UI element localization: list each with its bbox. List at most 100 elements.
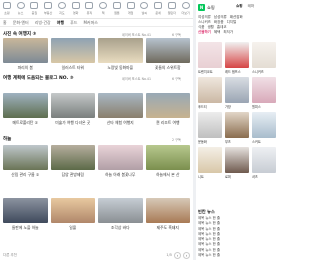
photo-row: 산림 관리 구름 ② 담양 관방제림 하늘 아래 봄꽃나무 하늘에서 본 산: [3, 145, 190, 178]
product-card[interactable]: 가방: [225, 77, 249, 109]
product-image[interactable]: [198, 77, 222, 103]
shopping-categories: 여성의류 남성의류 패션잡화 스니커즈 화장품 디지털 식품 생활 홈데코 선물하기 혜택 최저가: [198, 15, 276, 35]
shopping-title[interactable]: 쇼핑: [207, 5, 215, 11]
tab-item[interactable]: 홍: [3, 20, 7, 26]
photo-thumbnail[interactable]: [145, 145, 190, 170]
news-icon: [16, 2, 25, 9]
product-card[interactable]: 스니커즈: [252, 42, 276, 74]
product-card[interactable]: 트렌치코트: [198, 42, 222, 74]
product-image[interactable]: [225, 42, 249, 68]
product-card[interactable]: 부츠: [225, 112, 249, 144]
category-link[interactable]: 혜택: [214, 30, 220, 35]
service-shortcut[interactable]: 날씨: [138, 0, 152, 19]
photo-card[interactable]: 꽃들의 스위트함: [145, 38, 190, 71]
photo-thumbnail[interactable]: [145, 38, 190, 63]
photo-card[interactable]: 일러스트 타워: [50, 38, 95, 71]
photo-card[interactable]: 산림 관리 구름 ②: [3, 145, 48, 178]
product-card[interactable]: 원피스: [252, 77, 276, 109]
product-card[interactable]: 운동화: [198, 112, 222, 144]
service-shortcut[interactable]: 지도: [55, 0, 69, 19]
photo-thumbnail[interactable]: [3, 93, 48, 118]
product-card[interactable]: 스커트: [252, 112, 276, 144]
photo-thumbnail[interactable]: [98, 38, 143, 63]
service-shortcut[interactable]: 뮤직: [83, 0, 97, 19]
photo-thumbnail[interactable]: [50, 198, 95, 223]
product-card[interactable]: 후드티: [198, 77, 222, 109]
photo-thumbnail[interactable]: [98, 93, 143, 118]
product-image[interactable]: [225, 112, 249, 138]
photo-thumbnail[interactable]: [145, 198, 190, 223]
photo-thumbnail[interactable]: [145, 93, 190, 118]
page-number: 1/5: [166, 253, 172, 257]
product-card[interactable]: 셔츠: [252, 147, 276, 179]
photo-thumbnail[interactable]: [98, 198, 143, 223]
photo-caption: 파리의 봄: [17, 64, 33, 70]
service-shortcut[interactable]: 뉴스: [14, 0, 28, 19]
photo-thumbnail[interactable]: [3, 38, 48, 63]
tab-item[interactable]: 리빙·건강: [35, 20, 51, 26]
photo-card[interactable]: 산타 체험 여행지: [98, 93, 143, 126]
tab-item[interactable]: M커머스: [83, 20, 98, 26]
tab-item[interactable]: 푸드: [70, 20, 77, 26]
shopping-logo-icon[interactable]: N: [198, 4, 205, 11]
photo-card[interactable]: 하늘에서 본 산: [145, 145, 190, 178]
photo-card[interactable]: 제주도 흑돼지: [145, 198, 190, 231]
category-link[interactable]: 최저가: [223, 30, 233, 35]
product-image[interactable]: [252, 147, 276, 173]
next-page-button[interactable]: ›: [183, 251, 190, 259]
photo-thumbnail[interactable]: [50, 145, 95, 170]
product-card[interactable]: 니트: [198, 147, 222, 179]
category-link[interactable]: 디지털: [227, 20, 237, 25]
tab-item[interactable]: 여행: [57, 20, 64, 26]
product-image[interactable]: [225, 77, 249, 103]
photo-card[interactable]: 들판에 노을 하늘: [3, 198, 48, 231]
service-shortcut[interactable]: 웹툰: [110, 0, 124, 19]
product-image[interactable]: [252, 42, 276, 68]
photo-thumbnail[interactable]: [3, 198, 48, 223]
tab-item[interactable]: 문화·엔터: [13, 20, 29, 26]
shop-tab[interactable]: 쇼핑: [236, 4, 243, 9]
service-shortcut[interactable]: 책: [96, 0, 110, 19]
service-shortcut[interactable]: 게임: [124, 0, 138, 19]
service-shortcut[interactable]: 캘린더: [165, 0, 179, 19]
service-shortcut[interactable]: 부동산: [41, 0, 55, 19]
product-card[interactable]: 레드 펌프스: [225, 42, 249, 74]
subscribe-link[interactable]: 6 구독: [172, 32, 181, 37]
section-subhead: 네이버 포스트 No.41: [122, 33, 151, 37]
section-title: 하늘: [3, 137, 12, 142]
news-item[interactable]: 제목 뉴스 한 줄: [198, 253, 276, 258]
product-image[interactable]: [225, 147, 249, 173]
photo-caption: 메트로폴리탄 ②: [12, 119, 39, 125]
service-shortcut[interactable]: 영화: [69, 0, 83, 19]
service-shortcut[interactable]: 더보기: [179, 0, 193, 19]
subscribe-link[interactable]: 6 구독: [172, 76, 181, 81]
photo-thumbnail[interactable]: [50, 38, 95, 63]
service-shortcut[interactable]: 증권: [28, 0, 42, 19]
product-image[interactable]: [198, 112, 222, 138]
product-image[interactable]: [198, 147, 222, 173]
category-link[interactable]: 선물하기: [198, 30, 211, 35]
photo-card[interactable]: 메트로폴리탄 ②: [3, 93, 48, 126]
product-image[interactable]: [252, 77, 276, 103]
photo-card[interactable]: 파리의 봄: [3, 38, 48, 71]
photo-thumbnail[interactable]: [50, 93, 95, 118]
pager-label[interactable]: 다른 추천: [3, 253, 17, 258]
shop-tab[interactable]: 테마: [248, 4, 255, 9]
service-shortcut[interactable]: 운세: [151, 0, 165, 19]
product-card[interactable]: 로퍼: [225, 147, 249, 179]
product-image[interactable]: [198, 42, 222, 68]
photo-thumbnail[interactable]: [3, 145, 48, 170]
photo-card[interactable]: 일몰: [50, 198, 95, 231]
prev-page-button[interactable]: ‹: [174, 251, 181, 259]
photo-caption: 퀸 리조트 여행: [156, 119, 180, 125]
photo-card[interactable]: 퀸 리조트 여행: [145, 93, 190, 126]
product-image[interactable]: [252, 112, 276, 138]
service-shortcut[interactable]: 쇼핑: [0, 0, 14, 19]
photo-card[interactable]: 노랑빛 동화마을: [98, 38, 143, 71]
photo-thumbnail[interactable]: [98, 145, 143, 170]
photo-card[interactable]: 미술가 여행 다녀온 곳: [50, 93, 95, 126]
photo-card[interactable]: 담양 관방제림: [50, 145, 95, 178]
photo-card[interactable]: 조각상 바다: [98, 198, 143, 231]
subscribe-link[interactable]: 2 구독: [172, 137, 181, 142]
photo-card[interactable]: 하늘 아래 봄꽃나무: [98, 145, 143, 178]
